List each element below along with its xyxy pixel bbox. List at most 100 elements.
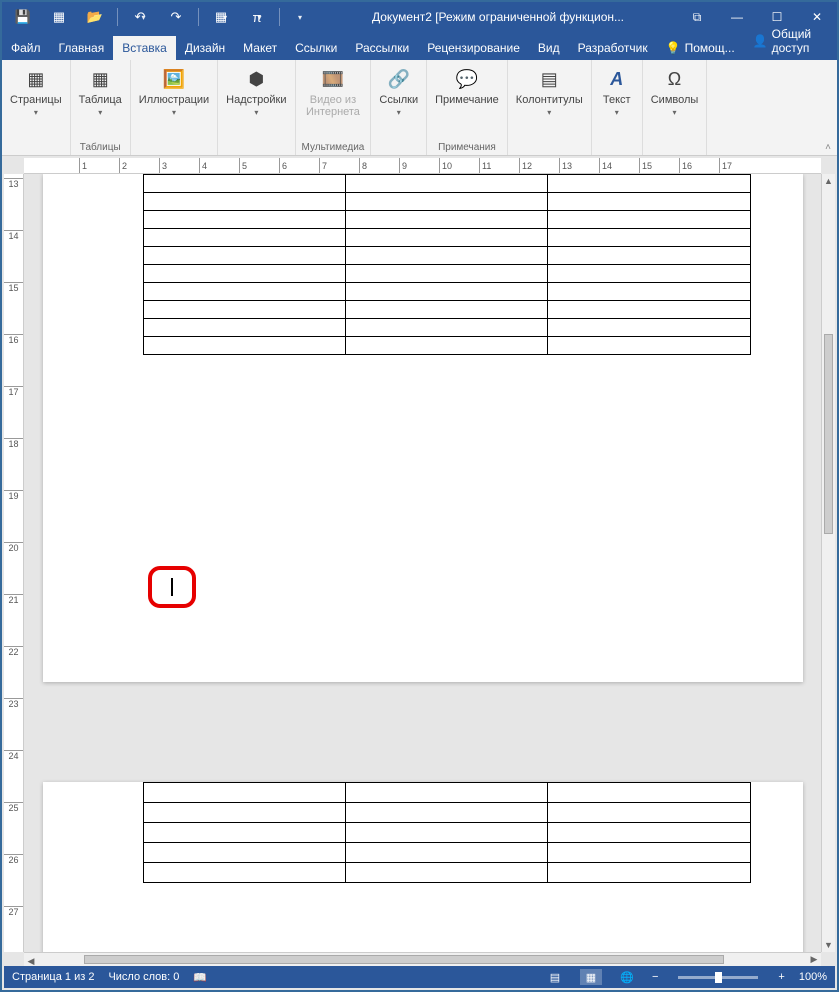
table-cell[interactable] xyxy=(345,803,547,823)
table-cell[interactable] xyxy=(143,783,345,803)
document-page-1[interactable] xyxy=(43,174,803,682)
zoom-level[interactable]: 100% xyxy=(799,971,827,983)
web-layout-button[interactable]: 🌐 xyxy=(616,969,638,985)
table-cell[interactable] xyxy=(345,265,547,283)
page-status[interactable]: Страница 1 из 2 xyxy=(12,971,94,983)
tab-mailings[interactable]: Рассылки xyxy=(346,36,418,60)
addins-button[interactable]: ⬢ Надстройки▾ xyxy=(224,64,288,119)
table-cell[interactable] xyxy=(143,229,345,247)
zoom-in-button[interactable]: + xyxy=(778,971,784,983)
document-table-2[interactable] xyxy=(143,782,751,883)
table-cell[interactable] xyxy=(143,823,345,843)
horizontal-scrollbar[interactable]: ◀ ▶ xyxy=(24,952,821,966)
word-count-status[interactable]: Число слов: 0 xyxy=(108,971,179,983)
table-cell[interactable] xyxy=(345,193,547,211)
table-cell[interactable] xyxy=(345,337,547,355)
table-cell[interactable] xyxy=(143,193,345,211)
table-cell[interactable] xyxy=(345,823,547,843)
table-cell[interactable] xyxy=(345,843,547,863)
table-cell[interactable] xyxy=(345,175,547,193)
scroll-down-button[interactable]: ▼ xyxy=(822,938,835,952)
tab-view[interactable]: Вид xyxy=(529,36,569,60)
scroll-up-button[interactable]: ▲ xyxy=(822,174,835,188)
table-cell[interactable] xyxy=(548,247,750,265)
table-cell[interactable] xyxy=(143,211,345,229)
table-cell[interactable] xyxy=(143,319,345,337)
table-cell[interactable] xyxy=(345,229,547,247)
scroll-right-button[interactable]: ▶ xyxy=(807,953,821,966)
tab-review[interactable]: Рецензирование xyxy=(418,36,529,60)
tab-references[interactable]: Ссылки xyxy=(286,36,346,60)
online-video-button[interactable]: 🎞️ Видео из Интернета xyxy=(304,64,362,120)
table-cell[interactable] xyxy=(143,337,345,355)
table-cell[interactable] xyxy=(345,247,547,265)
spell-check-icon[interactable]: 📖 xyxy=(193,971,207,984)
tab-developer[interactable]: Разработчик xyxy=(569,36,657,60)
table-cell[interactable] xyxy=(548,863,750,883)
table-cell[interactable] xyxy=(548,301,750,319)
new-document-button[interactable]: ▦ xyxy=(42,2,76,32)
text-button[interactable]: A Текст▾ xyxy=(598,64,636,119)
ribbon-options-button[interactable]: ⧉ xyxy=(677,2,717,32)
open-button[interactable]: 📂 xyxy=(78,2,112,32)
table-cell[interactable] xyxy=(548,229,750,247)
table-cell[interactable] xyxy=(548,319,750,337)
equation-qat-button[interactable]: π▾ xyxy=(240,2,274,32)
table-cell[interactable] xyxy=(345,283,547,301)
tab-home[interactable]: Главная xyxy=(50,36,114,60)
table-cell[interactable] xyxy=(345,783,547,803)
table-cell[interactable] xyxy=(548,175,750,193)
scroll-thumb[interactable] xyxy=(824,334,833,534)
table-cell[interactable] xyxy=(143,863,345,883)
comment-button[interactable]: 💬 Примечание xyxy=(433,64,501,108)
horizontal-ruler[interactable]: 1234567891011121314151617 xyxy=(24,158,821,174)
table-cell[interactable] xyxy=(345,301,547,319)
document-page-2[interactable] xyxy=(43,782,803,952)
symbols-button[interactable]: Ω Символы▾ xyxy=(649,64,701,119)
table-cell[interactable] xyxy=(548,823,750,843)
illustrations-button[interactable]: 🖼️ Иллюстрации▾ xyxy=(137,64,211,119)
table-cell[interactable] xyxy=(548,211,750,229)
collapse-ribbon-button[interactable]: ˄ xyxy=(825,142,831,153)
table-cell[interactable] xyxy=(548,265,750,283)
table-cell[interactable] xyxy=(548,783,750,803)
table-cell[interactable] xyxy=(143,265,345,283)
read-mode-button[interactable]: ▤ xyxy=(544,969,566,985)
table-cell[interactable] xyxy=(345,319,547,337)
qat-customize-button[interactable]: ▾ xyxy=(285,2,319,32)
tab-insert[interactable]: Вставка xyxy=(113,36,176,60)
table-cell[interactable] xyxy=(548,193,750,211)
hscroll-thumb[interactable] xyxy=(84,955,724,964)
zoom-slider[interactable] xyxy=(678,976,758,979)
document-table-1[interactable] xyxy=(143,174,751,355)
tab-design[interactable]: Дизайн xyxy=(176,36,234,60)
save-button[interactable]: 💾 xyxy=(6,2,40,32)
tell-me-button[interactable]: 💡Помощ... xyxy=(657,36,744,60)
table-cell[interactable] xyxy=(548,843,750,863)
table-cell[interactable] xyxy=(143,301,345,319)
pages-button[interactable]: ▦ Страницы▾ xyxy=(8,64,64,119)
insert-table-qat-button[interactable]: ▦▾ xyxy=(204,2,238,32)
redo-button[interactable]: ↷ xyxy=(159,2,193,32)
vertical-scrollbar[interactable]: ▲ ▼ xyxy=(821,174,835,952)
table-cell[interactable] xyxy=(548,337,750,355)
table-cell[interactable] xyxy=(548,283,750,301)
table-cell[interactable] xyxy=(143,283,345,301)
tab-layout[interactable]: Макет xyxy=(234,36,286,60)
header-footer-button[interactable]: ▤ Колонтитулы▾ xyxy=(514,64,585,119)
links-button[interactable]: 🔗 Ссылки▾ xyxy=(377,64,420,119)
table-cell[interactable] xyxy=(345,863,547,883)
tab-file[interactable]: Файл xyxy=(2,36,50,60)
table-cell[interactable] xyxy=(143,175,345,193)
table-cell[interactable] xyxy=(143,803,345,823)
document-canvas[interactable] xyxy=(24,174,821,952)
table-cell[interactable] xyxy=(143,247,345,265)
share-button[interactable]: 👤Общий доступ xyxy=(744,22,837,60)
table-cell[interactable] xyxy=(345,211,547,229)
undo-button[interactable]: ↶▾ xyxy=(123,2,157,32)
table-button[interactable]: ▦ Таблица▾ xyxy=(77,64,124,119)
print-layout-button[interactable]: ▦ xyxy=(580,969,602,985)
vertical-ruler[interactable]: 131415161718192021222324252627 xyxy=(4,174,24,952)
zoom-out-button[interactable]: − xyxy=(652,971,658,983)
table-cell[interactable] xyxy=(548,803,750,823)
